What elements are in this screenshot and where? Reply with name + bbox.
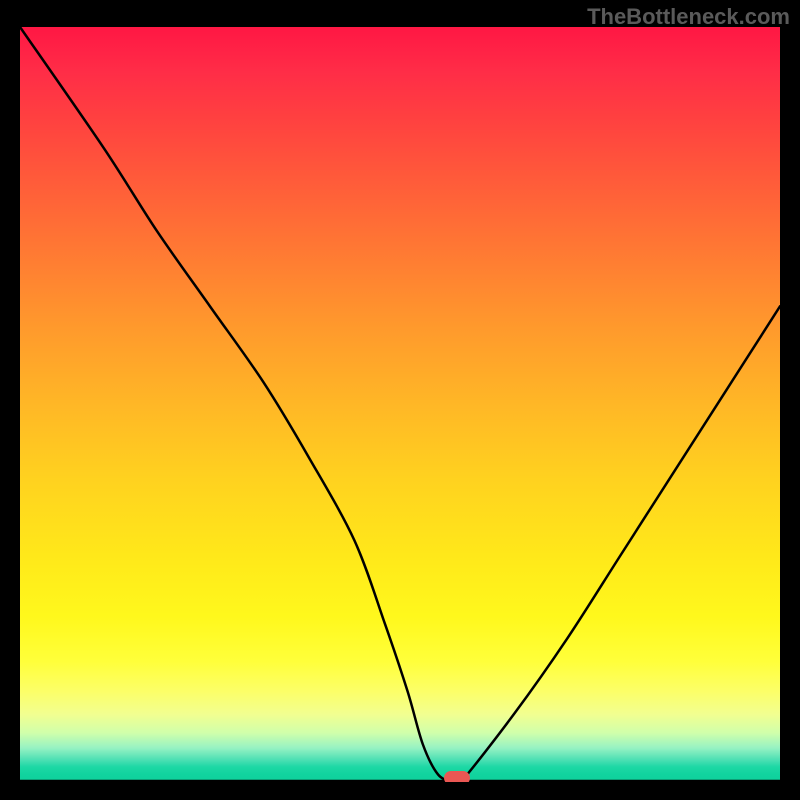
min-marker — [444, 771, 470, 782]
plot-area — [20, 27, 780, 782]
chart-container: TheBottleneck.com — [0, 0, 800, 800]
bottleneck-curve — [20, 27, 780, 782]
attribution-text: TheBottleneck.com — [587, 4, 790, 30]
curve-svg — [20, 27, 780, 782]
